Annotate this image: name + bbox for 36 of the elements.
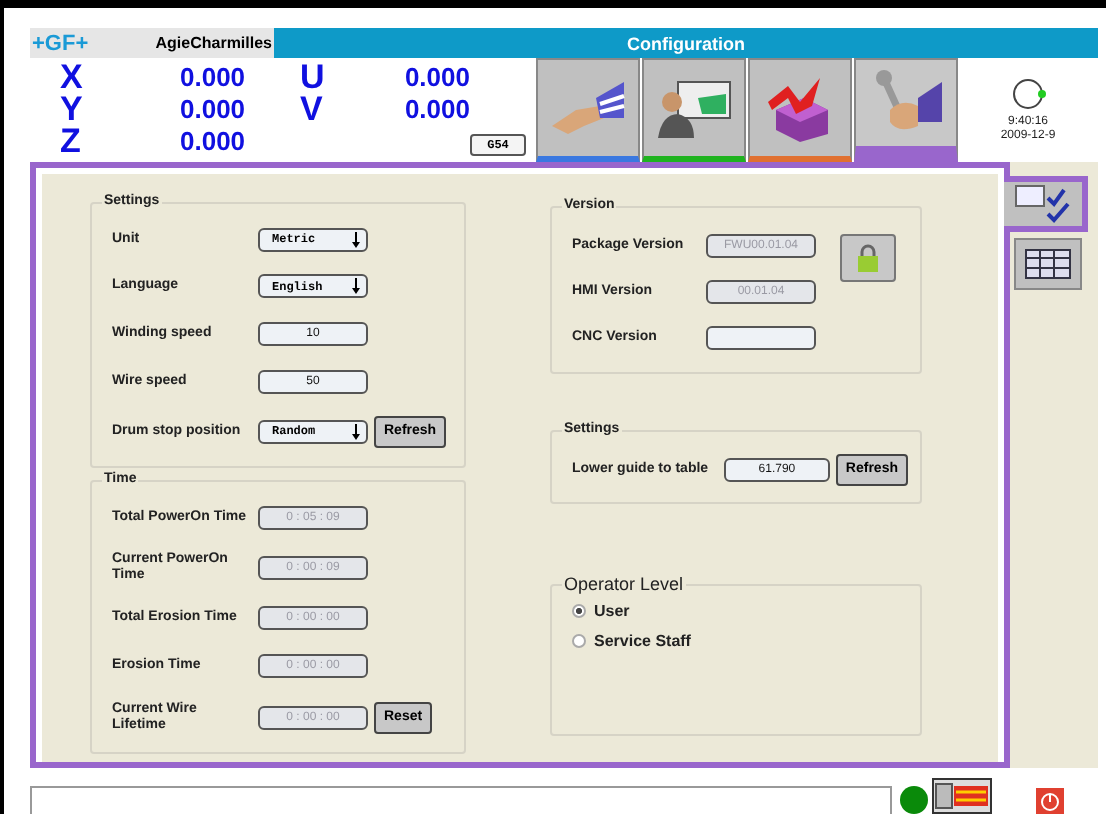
- axis-name: Z: [58, 126, 83, 158]
- brand-logo: +GF+: [30, 28, 120, 58]
- status-dot: [900, 786, 928, 814]
- axis-value: 0.000: [404, 62, 470, 94]
- status-circle-icon: [1011, 78, 1045, 110]
- group-title: Operator Level: [562, 574, 686, 594]
- table-icon: [1024, 248, 1072, 280]
- mode-tab[interactable]: [748, 58, 852, 162]
- power-icon: [1040, 791, 1060, 811]
- mode-tab[interactable]: [536, 58, 640, 162]
- mode-tab[interactable]: [642, 58, 746, 162]
- dropdown-arrow-icon: [352, 278, 360, 295]
- machine-icon: [934, 780, 990, 812]
- axis-value: 0.000: [404, 94, 470, 126]
- axis-value: 0.000: [180, 62, 246, 94]
- axis-name: X: [58, 62, 85, 94]
- axis-value: 0.000: [180, 126, 246, 158]
- checklist-icon: [1013, 184, 1073, 224]
- radio-option[interactable]: Service Staff: [572, 632, 908, 650]
- axis-name: Y: [58, 94, 85, 126]
- power-button[interactable]: [1036, 788, 1064, 814]
- side-tab[interactable]: [1014, 238, 1082, 290]
- machine-button[interactable]: [932, 778, 992, 814]
- dropdown-arrow-icon: [352, 231, 360, 248]
- axis-value: 0.000: [180, 94, 246, 126]
- mode-tab[interactable]: [854, 58, 958, 162]
- padlock-icon: [854, 243, 882, 271]
- lock-button[interactable]: [840, 233, 896, 281]
- radio-option[interactable]: User: [572, 602, 908, 620]
- company-name: AgieCharmilles: [120, 28, 274, 58]
- dropdown-arrow-icon: [352, 423, 360, 440]
- axis-name: V: [298, 94, 325, 126]
- side-tab[interactable]: [1004, 176, 1088, 232]
- input-field[interactable]: [706, 326, 816, 350]
- axis-name: U: [298, 62, 327, 94]
- window-title: Configuration: [274, 28, 1098, 58]
